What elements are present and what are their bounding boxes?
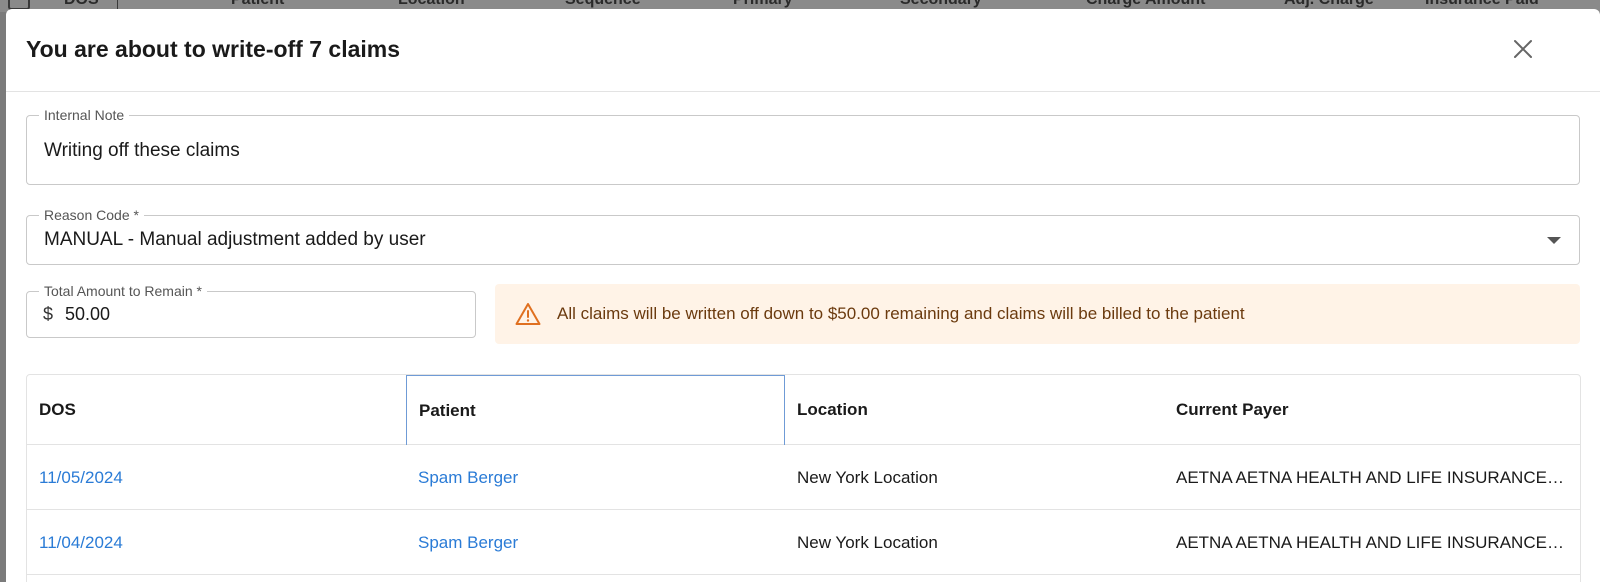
dropdown-arrow-icon[interactable]	[1547, 237, 1561, 244]
close-button[interactable]	[1511, 37, 1535, 61]
table-row: 11/04/2024 Spam Berger New York Location…	[27, 510, 1580, 575]
bg-col-charge-amount: Charge Amount	[1086, 0, 1205, 9]
current-payer-cell: AETNA AETNA HEALTH AND LIFE INSURANCE CO…	[1176, 533, 1580, 552]
location-cell: New York Location	[797, 533, 938, 552]
location-cell: New York Location	[797, 468, 938, 487]
bg-col-dos: DOS	[64, 0, 99, 9]
claims-table: DOS Patient Location Current Payer 11/05…	[26, 374, 1581, 582]
dialog-header: You are about to write-off 7 claims	[6, 9, 1600, 92]
write-off-warning-alert: All claims will be written off down to $…	[495, 284, 1580, 344]
reason-code-value[interactable]: MANUAL - Manual adjustment added by user	[44, 229, 426, 251]
total-amount-value[interactable]: 50.00	[65, 304, 110, 325]
bg-col-patient: Patient	[231, 0, 284, 9]
internal-note-label: Internal Note	[39, 107, 130, 123]
currency-symbol: $	[43, 304, 54, 324]
bg-col-sequence: Sequence	[565, 0, 641, 9]
column-header-location[interactable]: Location	[785, 375, 1164, 445]
bg-col-location: Location	[398, 0, 465, 9]
dos-link[interactable]: 11/05/2024	[27, 445, 406, 510]
internal-note-value[interactable]: Writing off these claims	[44, 140, 240, 162]
column-header-current-payer[interactable]: Current Payer	[1164, 375, 1580, 445]
close-icon	[1514, 40, 1532, 58]
warning-icon	[515, 303, 541, 325]
column-header-dos[interactable]: DOS	[27, 375, 406, 445]
write-off-dialog: You are about to write-off 7 claims Inte…	[6, 9, 1600, 582]
reason-code-select[interactable]: Reason Code * MANUAL - Manual adjustment…	[26, 207, 1580, 265]
bg-col-primary: Primary	[733, 0, 793, 9]
patient-link[interactable]: Spam Berger	[406, 445, 785, 510]
table-row: 11/05/2024 Spam Berger New York Location…	[27, 445, 1580, 510]
patient-link[interactable]: Spam Berger	[406, 510, 785, 575]
dialog-title: You are about to write-off 7 claims	[26, 36, 401, 62]
bg-col-insurance-paid: Insurance Paid	[1425, 0, 1539, 9]
reason-code-label: Reason Code *	[39, 207, 144, 223]
warning-message: All claims will be written off down to $…	[557, 304, 1245, 323]
total-amount-field[interactable]: Total Amount to Remain * $ 50.00	[26, 283, 476, 338]
total-amount-label: Total Amount to Remain *	[39, 283, 207, 299]
current-payer-cell: AETNA AETNA HEALTH AND LIFE INSURANCE CO…	[1176, 468, 1580, 487]
column-header-patient[interactable]: Patient	[406, 375, 785, 445]
internal-note-field[interactable]: Internal Note Writing off these claims	[26, 107, 1580, 185]
dos-link[interactable]: 11/04/2024	[27, 510, 406, 575]
bg-col-adj-charge: Adj. Charge	[1284, 0, 1374, 9]
table-header-row: DOS Patient Location Current Payer	[27, 375, 1580, 445]
bg-col-secondary: Secondary	[900, 0, 982, 9]
